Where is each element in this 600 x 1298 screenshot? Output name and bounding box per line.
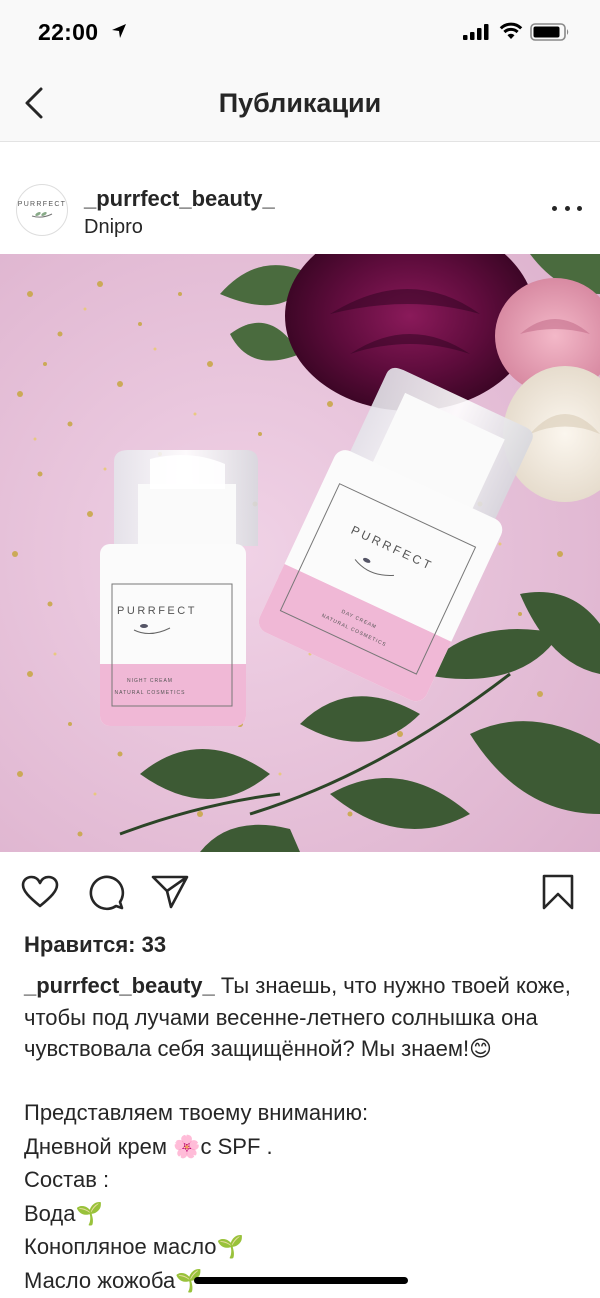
post-header: PURRFECT _purrfect_beauty_ Dnipro (0, 168, 600, 252)
jar-left-line2: NATURAL COSMETICS (115, 690, 186, 696)
heart-icon (21, 875, 59, 908)
comment-button[interactable] (86, 872, 126, 912)
avatar-brand-text: PURRFECT (17, 200, 67, 208)
share-button[interactable] (150, 872, 190, 912)
more-icon (552, 205, 557, 211)
caption-line: Вода🌱 (24, 1200, 103, 1226)
status-bar: 22:00 (0, 0, 600, 64)
cellular-signal-icon (463, 24, 489, 40)
caption-lines: Представляем твоему вниманию: Дневной кр… (24, 1096, 580, 1297)
bookmark-icon (542, 874, 574, 910)
post-image[interactable]: PURRFECT NIGHT CREAM NATURAL COSMETICS P… (0, 254, 600, 852)
jar-left-line1: NIGHT CREAM (127, 678, 173, 684)
battery-icon (530, 23, 569, 41)
caption-username[interactable]: _purrfect_beauty_ (24, 973, 215, 998)
night-cream-jar: PURRFECT NIGHT CREAM NATURAL COSMETICS (100, 450, 258, 726)
post-photo-illustration: PURRFECT NIGHT CREAM NATURAL COSMETICS P… (0, 254, 600, 852)
more-options-button[interactable] (552, 198, 582, 218)
avatar[interactable]: PURRFECT (16, 184, 68, 236)
status-time: 22:00 (38, 19, 99, 45)
like-button[interactable] (20, 872, 60, 912)
send-icon (151, 875, 189, 909)
location-arrow-icon (112, 24, 126, 38)
caption-line: Представляем твоему вниманию: (24, 1100, 369, 1125)
jar-left-brand: PURRFECT (117, 605, 197, 617)
page-title: Публикации (218, 88, 382, 118)
post-actions (0, 862, 600, 922)
caption-line: Дневной крем 🌸с SPF . (24, 1133, 273, 1159)
post-username[interactable]: _purrfect_beauty_ (84, 186, 275, 212)
post-location[interactable]: Dnipro (84, 216, 143, 239)
sprig-logo-icon (31, 211, 53, 218)
more-icon-dot (564, 205, 570, 211)
wifi-icon (499, 22, 523, 39)
navigation-bar: Публикации (0, 64, 600, 142)
more-icon-dot (577, 205, 582, 211)
likes-count[interactable]: Нравится: 33 (24, 932, 166, 958)
caption-line: Состав : (24, 1167, 110, 1192)
home-indicator (194, 1277, 408, 1284)
caption-line: Конопляное масло🌱 (24, 1234, 244, 1259)
comment-icon (89, 875, 125, 911)
save-button[interactable] (538, 872, 578, 912)
post-caption: _purrfect_beauty_ Ты знаешь, что нужно т… (24, 970, 580, 1065)
